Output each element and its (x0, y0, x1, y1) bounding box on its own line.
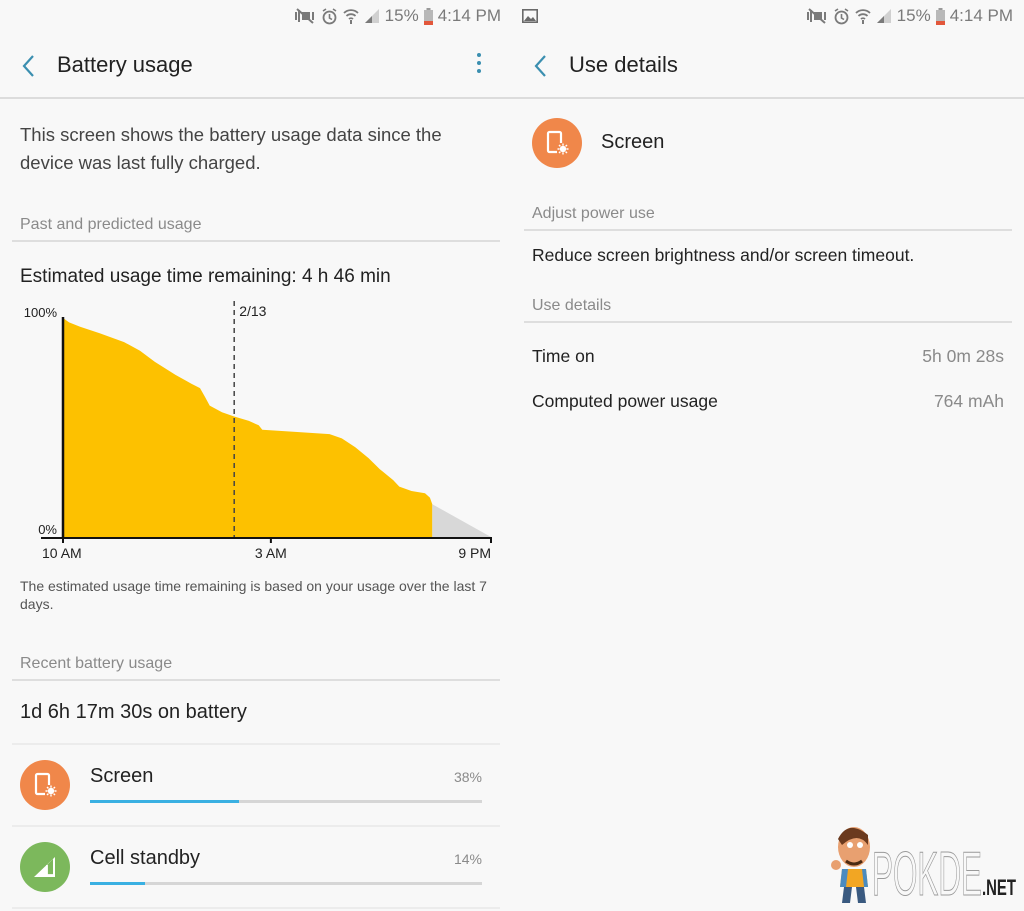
section-header-use-details: Use details (524, 297, 1012, 323)
status-bar: 15% 4:14 PM (0, 0, 512, 33)
app-icon-cell-standby (20, 842, 70, 892)
detail-label: Time on (532, 346, 595, 366)
more-vert-dot (477, 61, 481, 65)
page-title: Use details (569, 52, 678, 77)
more-vert-icon (477, 53, 481, 57)
section-header-recent: Recent battery usage (12, 655, 500, 681)
estimated-time-remaining: Estimated usage time remaining: 4 h 46 m… (20, 266, 391, 287)
past-usage-area (63, 318, 433, 537)
app-name: Cell standby (90, 847, 201, 869)
cell-signal-icon (876, 9, 891, 23)
battery-low-icon (423, 7, 433, 25)
screen-brightness-icon (546, 130, 569, 155)
mute-vibrate-icon (294, 8, 314, 24)
date-marker-label: 2/13 (239, 303, 266, 319)
x-tick-label: 10 AM (42, 545, 82, 561)
page-title: Battery usage (57, 52, 193, 77)
app-bar: Battery usage (0, 33, 512, 99)
app-bar: Use details (512, 33, 1024, 99)
intro-text: This screen shows the battery usage data… (20, 124, 442, 173)
section-header-past-predicted: Past and predicted usage (12, 216, 500, 242)
usage-progress-fill (90, 800, 239, 803)
back-button[interactable] (530, 53, 552, 79)
detail-value: 764 mAh (933, 391, 1004, 411)
cell-signal-icon (364, 9, 379, 23)
app-percent: 14% (453, 851, 482, 867)
wifi-icon (855, 8, 871, 24)
predicted-usage-area (432, 504, 491, 537)
detail-label: Computed power usage (532, 391, 718, 411)
detail-app-name: Screen (601, 131, 665, 153)
list-item-cell-standby[interactable]: Cell standby 14% (12, 826, 500, 908)
mute-vibrate-icon (806, 8, 826, 24)
adjust-power-tip[interactable]: Reduce screen brightness and/or screen t… (532, 245, 914, 266)
divider (12, 907, 500, 909)
battery-usage-panel: 15% 4:14 PM Battery usage This screen sh… (0, 0, 512, 911)
status-time: 4:14 PM (437, 6, 501, 25)
detail-row-time-on: Time on 5h 0m 28s (532, 346, 1004, 367)
status-bar: 15% 4:14 PM (512, 0, 1024, 33)
battery-percent: 15% (384, 6, 419, 25)
usage-progress-fill (90, 882, 145, 885)
chevron-left-icon (534, 55, 546, 77)
watermark-suffix: .NET (982, 875, 1016, 900)
screen-brightness-icon (34, 772, 57, 797)
y-tick-label: 0% (38, 522, 57, 537)
chevron-left-icon (22, 55, 34, 77)
back-button[interactable] (18, 53, 40, 79)
list-item-screen[interactable]: Screen 38% (12, 744, 500, 826)
detail-value: 5h 0m 28s (922, 346, 1004, 366)
estimate-footnote: The estimated usage time remaining is ba… (20, 578, 487, 612)
battery-percent: 15% (896, 6, 931, 25)
x-tick-label: 3 AM (255, 545, 287, 561)
detail-row-power-usage: Computed power usage 764 mAh (532, 391, 1004, 412)
app-icon-screen (20, 760, 70, 810)
alarm-icon (322, 7, 337, 24)
app-name: Screen (90, 765, 154, 787)
wifi-icon (343, 8, 359, 24)
status-time: 4:14 PM (949, 6, 1013, 25)
watermark-text: POKDE (872, 840, 982, 905)
gallery-image-icon (522, 9, 538, 23)
more-options-button[interactable] (474, 53, 484, 79)
usage-progress-bar (90, 800, 482, 803)
detail-app-icon (532, 118, 582, 168)
more-vert-dot (477, 69, 481, 73)
use-details-panel: 15% 4:14 PM Use details Screen Adjust po… (512, 0, 1024, 911)
time-on-battery: 1d 6h 17m 30s on battery (20, 701, 247, 723)
usage-progress-bar (90, 882, 482, 885)
usage-chart: 2/13 100% 0% 10 AM 3 AM 9 PM (24, 301, 492, 561)
section-header-adjust: Adjust power use (524, 205, 1012, 231)
cell-signal-icon (34, 857, 55, 877)
y-tick-label: 100% (24, 305, 58, 320)
x-tick-label: 9 PM (458, 545, 491, 561)
pokde-watermark: POKDE .NET (828, 817, 1018, 910)
mascot-logo-icon: POKDE .NET (831, 827, 1016, 910)
battery-low-icon (935, 7, 945, 25)
app-percent: 38% (453, 769, 482, 785)
alarm-icon (834, 7, 849, 24)
